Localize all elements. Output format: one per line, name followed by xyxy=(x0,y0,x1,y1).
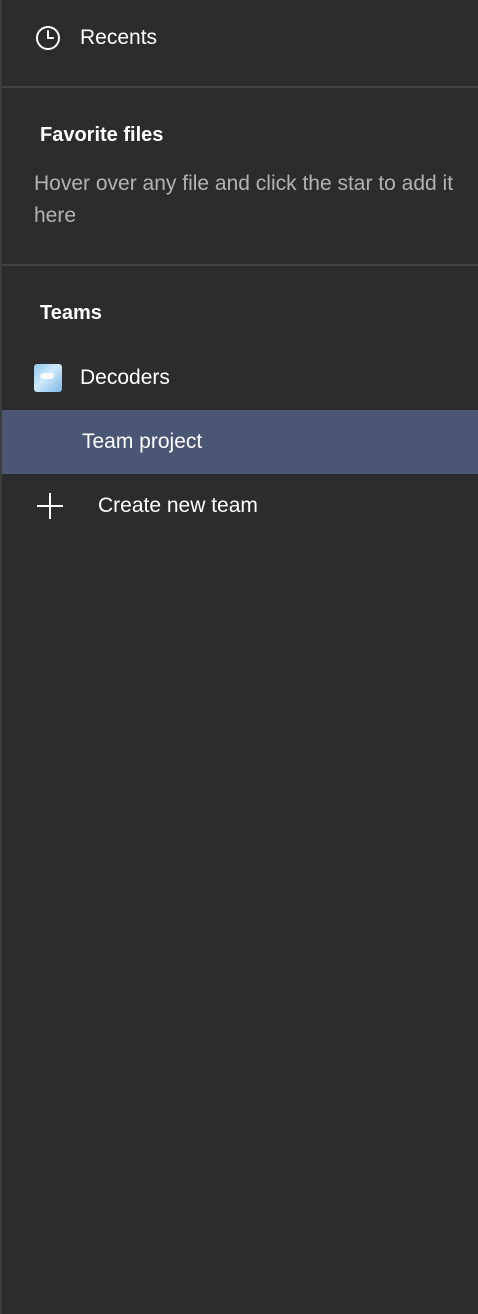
sidebar-item-team-project[interactable]: Team project xyxy=(2,410,478,474)
sidebar-item-team-decoders[interactable]: Decoders xyxy=(2,346,478,410)
sidebar-item-recents-label: Recents xyxy=(80,26,158,49)
teams-section-title: Teams xyxy=(40,302,102,324)
create-new-team-button[interactable]: Create new team xyxy=(2,474,478,538)
favorites-empty-hint: Hover over any file and click the star t… xyxy=(34,172,454,227)
plus-icon xyxy=(36,492,64,520)
team-name: Decoders xyxy=(80,366,170,389)
divider xyxy=(2,86,478,88)
divider xyxy=(2,264,478,266)
sidebar: Recents Favorite files Hover over any fi… xyxy=(0,0,478,1314)
create-new-team-label: Create new team xyxy=(98,494,258,517)
favorites-section-title: Favorite files xyxy=(40,124,164,146)
clock-icon xyxy=(34,24,62,52)
team-project-label: Team project xyxy=(82,430,203,453)
sidebar-item-recents[interactable]: Recents xyxy=(2,6,478,70)
team-avatar xyxy=(34,364,62,392)
